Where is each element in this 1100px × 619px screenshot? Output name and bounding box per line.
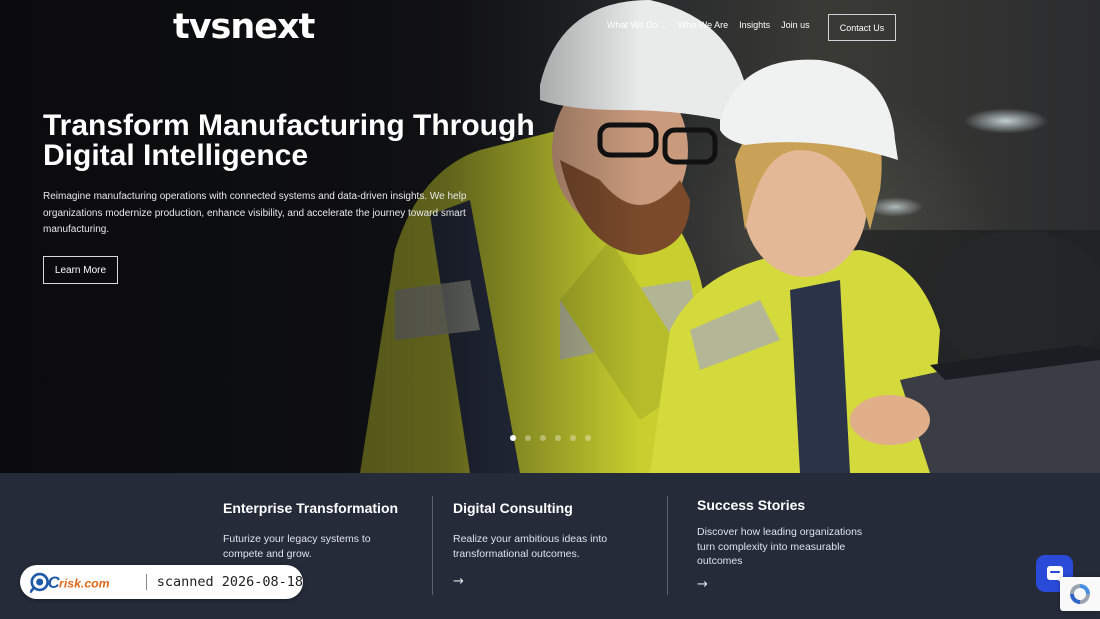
card-text-enterprise: Futurize your legacy systems to compete … bbox=[223, 533, 371, 560]
nav-label: What We Do bbox=[607, 20, 658, 30]
hero-title: Transform Manufacturing Through Digital … bbox=[43, 109, 535, 172]
nav-join-us[interactable]: Join us bbox=[781, 20, 810, 30]
scan-date-text: scanned 2026-08-18 bbox=[156, 574, 303, 590]
nav-insights[interactable]: Insights bbox=[739, 20, 770, 30]
svg-text:risk.com: risk.com bbox=[59, 576, 110, 590]
nav-who-we-are[interactable]: Who We Are bbox=[678, 20, 728, 30]
card-text-consulting: Realize your ambitious ideas into transf… bbox=[453, 533, 608, 560]
hero-section: tvsnext What We Do ⌄ Who We Are Insights … bbox=[0, 0, 1100, 473]
chevron-down-icon: ⌄ bbox=[660, 23, 667, 30]
card-divider bbox=[432, 496, 433, 595]
contact-us-button[interactable]: Contact Us bbox=[828, 14, 896, 41]
nav-what-we-do[interactable]: What We Do ⌄ bbox=[607, 20, 667, 30]
main-nav: What We Do ⌄ Who We Are Insights Join us bbox=[607, 20, 821, 30]
slider-dot[interactable] bbox=[525, 435, 531, 441]
arrow-right-icon[interactable]: → bbox=[453, 574, 464, 589]
card-text-success: Discover how leading organizations turn … bbox=[697, 526, 863, 567]
tvsnext-logo[interactable]: tvsnext bbox=[173, 10, 315, 45]
slider-dot[interactable] bbox=[570, 435, 576, 441]
slider-dot[interactable] bbox=[585, 435, 591, 441]
learn-more-button[interactable]: Learn More bbox=[43, 256, 118, 284]
card-title-enterprise[interactable]: Enterprise Transformation bbox=[223, 500, 398, 516]
card-divider bbox=[667, 496, 668, 595]
slider-dots bbox=[510, 435, 591, 441]
slider-dot[interactable] bbox=[510, 435, 516, 441]
card-title-success[interactable]: Success Stories bbox=[697, 497, 805, 513]
card-title-consulting[interactable]: Digital Consulting bbox=[453, 500, 573, 516]
pcrisk-scan-badge: C risk.com scanned 2026-08-18 bbox=[20, 565, 303, 599]
badge-separator bbox=[145, 574, 147, 590]
recaptcha-badge[interactable] bbox=[1060, 577, 1100, 611]
pcrisk-logo: C risk.com bbox=[30, 572, 110, 594]
slider-dot[interactable] bbox=[540, 435, 546, 441]
hero-description: Reimagine manufacturing operations with … bbox=[43, 191, 467, 235]
recaptcha-icon bbox=[1070, 584, 1090, 604]
slider-dot[interactable] bbox=[555, 435, 561, 441]
arrow-right-icon[interactable]: → bbox=[697, 577, 708, 592]
